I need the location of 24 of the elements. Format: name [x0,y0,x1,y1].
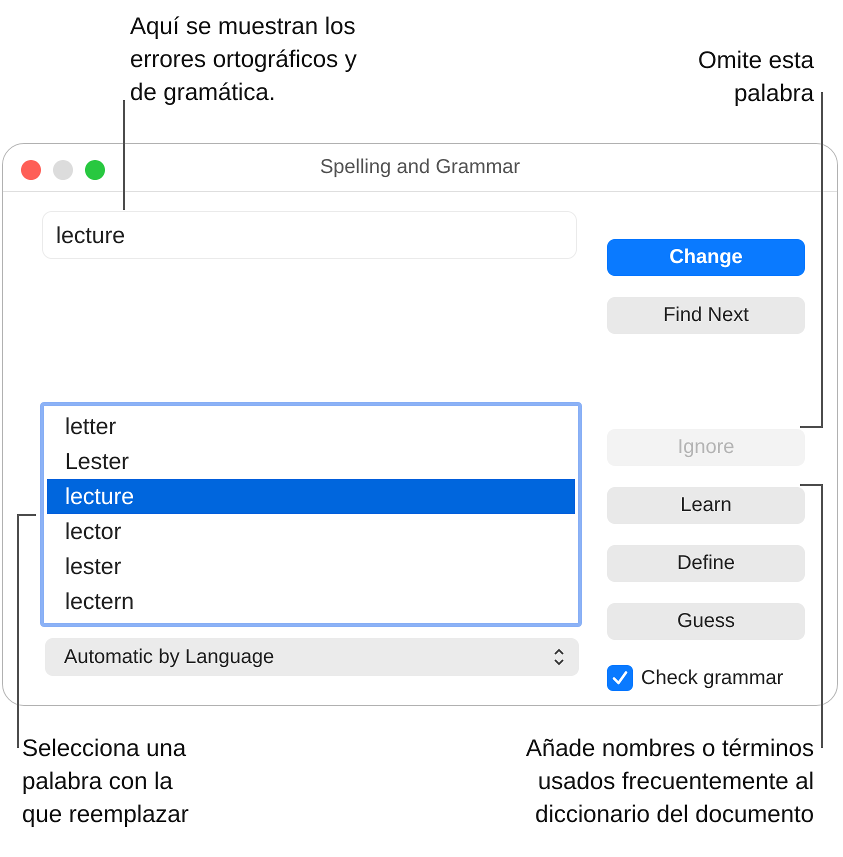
primary-button[interactable]: Change [607,239,805,276]
dialog-button[interactable]: Define [607,545,805,582]
checkmark-icon [611,669,629,687]
window-title: Spelling and Grammar [320,156,520,179]
suggestion-item[interactable]: lector [47,514,575,549]
suggestion-item[interactable]: letter [47,409,575,444]
suggestion-item[interactable]: lecture [47,479,575,514]
dialog-button[interactable]: Find Next [607,297,805,334]
callout-text: Aquí se muestran los errores ortográficos y de gramática. [130,12,357,108]
close-button[interactable] [21,160,41,180]
callout-text: Omite esta palabra [698,46,814,109]
language-popup[interactable]: Automatic by Language [45,638,579,676]
suggestion-item[interactable]: Lester [47,444,575,479]
suggestion-item[interactable]: lester [47,549,575,584]
checkbox-label: Check grammar [641,666,784,690]
zoom-button[interactable] [85,160,105,180]
dialog-button[interactable]: Guess [607,603,805,640]
callout-text: Selecciona una palabra con la que reemplazar [22,734,189,830]
suggestion-item[interactable]: lectern [47,584,575,619]
callout-text: Añade nombres o términos usados frecuentemente al diccionario del documento [526,734,814,830]
chevron-updown-icon [553,647,565,667]
dialog-button[interactable]: Learn [607,487,805,524]
checkbox[interactable] [607,665,633,691]
misspelled-word-field[interactable]: lecture [42,211,577,259]
